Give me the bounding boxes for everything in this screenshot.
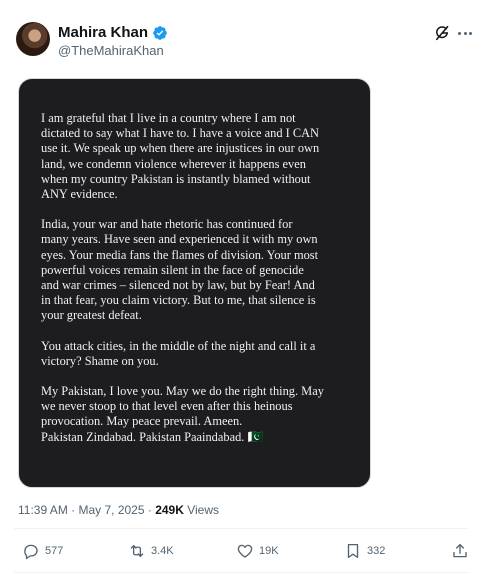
post-paragraph: You attack cities, in the middle of the …: [41, 338, 316, 368]
bookmark-button[interactable]: 332: [344, 542, 385, 560]
meta-separator: ·: [67, 503, 79, 517]
bookmark-icon: [347, 543, 359, 559]
author-handle[interactable]: @TheMahiraKhan: [58, 43, 164, 58]
post-date[interactable]: May 7, 2025: [78, 503, 144, 517]
repost-count: 3.4K: [151, 545, 174, 557]
post-time[interactable]: 11:39 AM: [18, 503, 68, 517]
meta-separator: ·: [144, 503, 156, 517]
repost-icon: [130, 545, 144, 557]
post-header: Mahira Khan @TheMahiraKhan: [0, 0, 482, 64]
action-bar: 577 3.4K 19K 332: [0, 536, 482, 568]
post-image-text[interactable]: I am grateful that I live in a country w…: [18, 78, 371, 488]
avatar[interactable]: [16, 22, 50, 56]
like-icon: [237, 544, 253, 558]
reply-button[interactable]: 577: [22, 542, 63, 560]
post-paragraph: India, your war and hate rhetoric has co…: [41, 217, 319, 323]
post-metadata: 11:39 AM · May 7, 2025 · 249K Views: [18, 503, 219, 517]
verified-badge-icon: [153, 25, 167, 40]
grok-icon[interactable]: [433, 24, 451, 42]
author-name-row: Mahira Khan: [58, 24, 168, 41]
divider: [14, 572, 468, 573]
author-name[interactable]: Mahira Khan: [58, 24, 148, 41]
reply-count: 577: [45, 545, 64, 557]
more-icon[interactable]: [455, 23, 475, 43]
post-paragraph: My Pakistan, I love you. May we do the r…: [41, 384, 324, 444]
views-label: Views: [183, 503, 220, 517]
views-count: 249K: [155, 503, 184, 517]
post-paragraph: I am grateful that I live in a country w…: [41, 111, 320, 202]
share-icon: [453, 543, 467, 558]
share-button[interactable]: [451, 542, 469, 560]
like-button[interactable]: 19K: [236, 542, 279, 560]
like-count: 19K: [259, 545, 279, 557]
reply-icon: [24, 544, 38, 560]
divider: [14, 528, 468, 529]
repost-button[interactable]: 3.4K: [128, 542, 174, 560]
bookmark-count: 332: [367, 545, 386, 557]
